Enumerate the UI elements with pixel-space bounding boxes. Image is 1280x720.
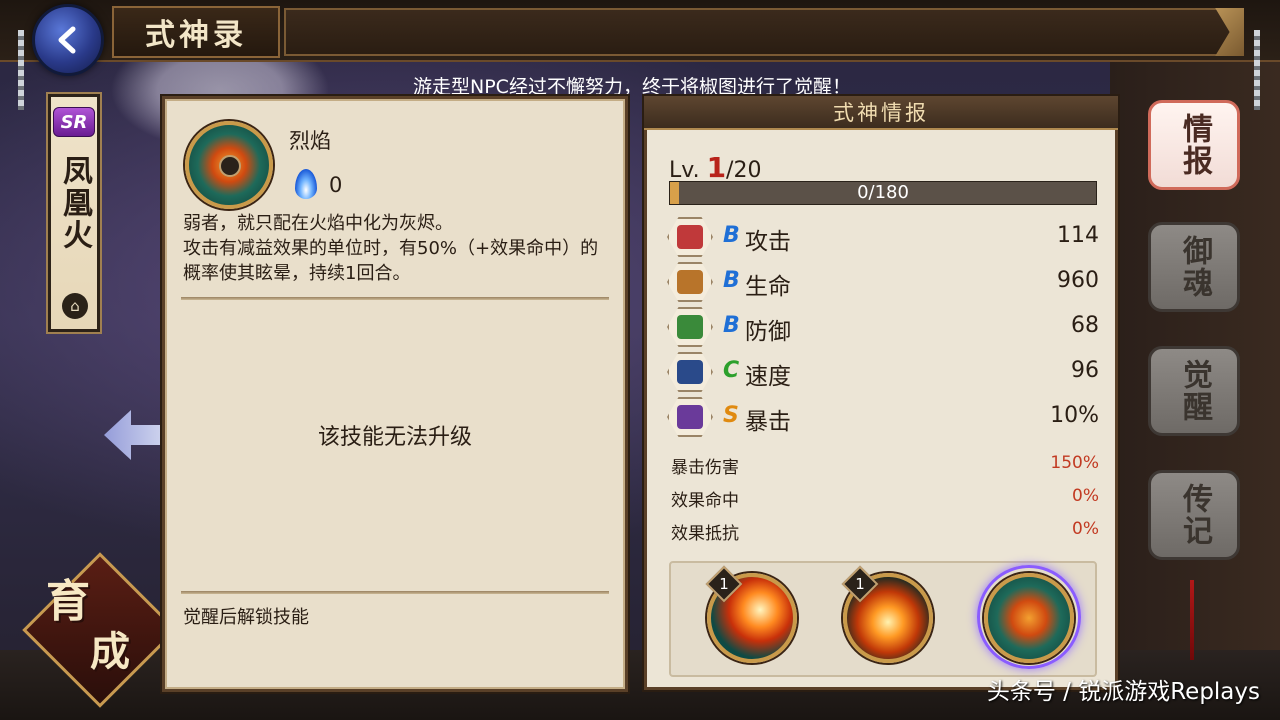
stat-row: S 暴击 10%: [667, 397, 1099, 437]
stat-row: C 速度 96: [667, 352, 1099, 392]
stat-row: B 攻击 114: [667, 217, 1099, 257]
tab-info-label: 情报: [1177, 113, 1212, 177]
sub-stat-value: 150%: [1050, 453, 1099, 473]
ghost-fire-icon: [295, 169, 317, 199]
hp-icon-glyph: [677, 270, 703, 294]
stat-label: 速度: [745, 364, 791, 390]
divider: [181, 297, 609, 300]
divider: [181, 591, 609, 594]
stat-label: 暴击: [745, 409, 791, 435]
stat-label: 攻击: [745, 229, 791, 255]
level-max: /20: [726, 158, 762, 183]
shikigami-tag[interactable]: SR 凤凰火 ⌂: [48, 94, 100, 332]
exp-text: 0/180: [857, 182, 909, 203]
stat-label: 防御: [745, 319, 791, 345]
tab-soul-label: 御魂: [1177, 235, 1212, 299]
stat-grade: B: [723, 223, 740, 248]
sub-stat-label: 暴击伤害: [671, 458, 739, 478]
stat-label: 生命: [745, 274, 791, 300]
announcement-text: 游走型NPC经过不懈努力，终于将椒图进行了觉醒！: [413, 76, 851, 98]
sub-stat-label: 效果抵抗: [671, 524, 739, 544]
attack-icon-glyph: [677, 225, 703, 249]
tab-soul[interactable]: 御魂: [1148, 222, 1240, 312]
sub-stat-row: 效果命中 0%: [671, 486, 1099, 511]
nurture-button[interactable]: 育 成: [22, 552, 178, 708]
nurture-label-2: 成: [90, 628, 130, 675]
chevron-left-icon: [58, 26, 76, 54]
stat-value: 960: [1057, 268, 1099, 293]
tab-biography[interactable]: 传记: [1148, 470, 1240, 560]
awaken-unlock-text: 觉醒后解锁技能: [183, 607, 309, 628]
stat-grade: S: [723, 403, 739, 428]
watermark: 头条号 / 锐派游戏Replays: [986, 679, 1260, 705]
tab-info[interactable]: 情报: [1148, 100, 1240, 190]
lock-icon: ⌂: [62, 293, 88, 319]
exp-bar: 0/180: [669, 181, 1097, 205]
chain-decoration-left: [18, 30, 24, 110]
page-title-text: 式神录: [145, 18, 247, 53]
skill-panel: 烈焰 0 弱者，就只配在火焰中化为灰烬。攻击有减益效果的单位时，有50%（+效果…: [162, 96, 628, 692]
level-prefix: Lv.: [669, 158, 700, 183]
skill-description-line: 弱者，就只配在火焰中化为灰烬。: [183, 213, 453, 234]
tassel-decoration: [1190, 580, 1194, 660]
skill-name: 烈焰: [289, 129, 331, 153]
stat-row: B 防御 68: [667, 307, 1099, 347]
level-current: 1: [706, 151, 727, 184]
stat-value: 114: [1057, 223, 1099, 248]
sub-stat-row: 效果抵抗 0%: [671, 519, 1099, 544]
attack-icon: [667, 217, 713, 257]
sub-stat-label: 效果命中: [671, 491, 739, 511]
nurture-label-1: 育: [46, 576, 90, 627]
back-button[interactable]: [32, 4, 104, 76]
stat-value: 96: [1071, 358, 1099, 383]
skill-tray: 1 1: [669, 561, 1097, 677]
stat-grade: B: [723, 268, 740, 293]
stat-grade: C: [723, 358, 740, 383]
defense-icon-glyph: [677, 315, 703, 339]
defense-icon: [667, 307, 713, 347]
stat-panel: 式神情报 Lv. 1/20 0/180 B 攻击 114 B 生命 960 B 防御 68 C 速度…: [644, 96, 1118, 690]
speed-icon-glyph: [677, 360, 703, 384]
skill-description: 弱者，就只配在火焰中化为灰烬。攻击有减益效果的单位时，有50%（+效果命中）的概…: [183, 211, 613, 286]
stat-row: B 生命 960: [667, 262, 1099, 302]
crit-icon: [667, 397, 713, 437]
stat-value: 10%: [1050, 403, 1099, 428]
sub-stat-value: 0%: [1072, 486, 1099, 506]
title-bar-decoration: [284, 8, 1244, 56]
speed-icon: [667, 352, 713, 392]
tab-biography-label: 传记: [1177, 483, 1212, 547]
skill-cost: 0: [329, 173, 343, 197]
hp-icon: [667, 262, 713, 302]
rarity-badge: SR: [53, 107, 95, 137]
skill-icon[interactable]: [185, 121, 273, 209]
skill-slot-3[interactable]: [984, 573, 1074, 663]
lock-icon: [219, 155, 241, 177]
tab-awaken[interactable]: 觉醒: [1148, 346, 1240, 436]
stat-value: 68: [1071, 313, 1099, 338]
stat-panel-header: 式神情报: [644, 96, 1118, 130]
stat-panel-title: 式神情报: [833, 101, 929, 125]
crit-icon-glyph: [677, 405, 703, 429]
sub-stat-value: 0%: [1072, 519, 1099, 539]
tab-awaken-label: 觉醒: [1177, 359, 1212, 423]
skill-description-line: 攻击有减益效果的单位时，有50%（+效果命中）的概率使其眩晕，持续1回合。: [183, 238, 599, 284]
shikigami-name: 凤凰火: [57, 155, 92, 251]
level-display: Lv. 1/20: [669, 151, 761, 184]
sub-stat-row: 暴击伤害 150%: [671, 453, 1099, 478]
stat-grade: B: [723, 313, 740, 338]
no-upgrade-text: 该技能无法升级: [317, 425, 472, 450]
chain-decoration-right: [1254, 30, 1260, 110]
page-title: 式神录: [112, 6, 280, 58]
